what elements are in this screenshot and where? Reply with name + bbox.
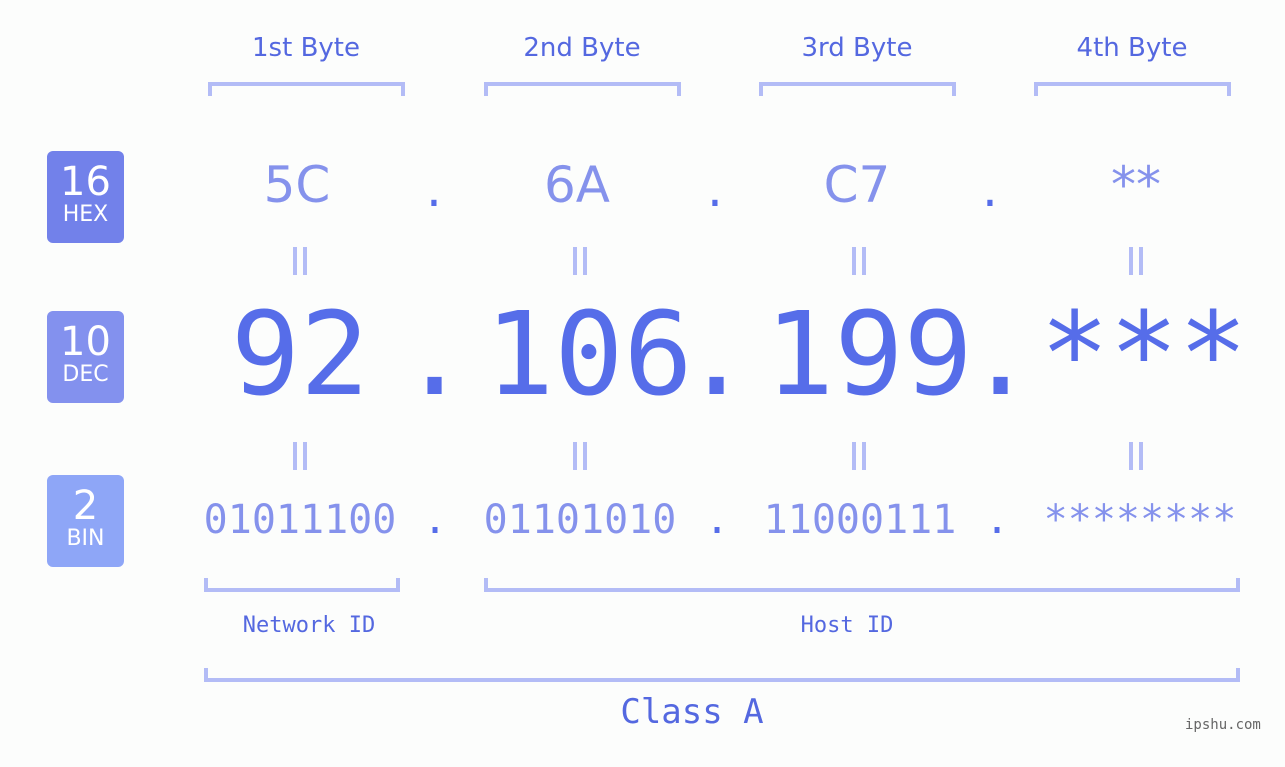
bin-byte-3: 11000111 bbox=[763, 497, 957, 543]
equals-icon bbox=[570, 442, 590, 470]
bin-byte-1: 01011100 bbox=[203, 497, 397, 543]
equals-icon bbox=[849, 247, 869, 275]
hex-byte-3: C7 bbox=[823, 156, 891, 214]
class-label: Class A bbox=[620, 692, 764, 732]
bin-badge-label: BIN bbox=[66, 526, 105, 551]
hex-badge: 16 HEX bbox=[47, 151, 124, 243]
bin-separator-3: . bbox=[985, 497, 1010, 543]
bin-byte-4: ******** bbox=[1043, 497, 1237, 543]
hex-byte-4: ** bbox=[1111, 156, 1161, 214]
hex-badge-label: HEX bbox=[62, 202, 109, 227]
dec-badge-label: DEC bbox=[62, 362, 109, 387]
hex-separator-1: . bbox=[426, 160, 442, 218]
dec-badge-number: 10 bbox=[60, 319, 111, 365]
dec-separator-3: . bbox=[966, 288, 1036, 422]
dec-separator-1: . bbox=[400, 288, 470, 422]
byte-bracket-4 bbox=[1034, 82, 1231, 96]
byte-header-3: 3rd Byte bbox=[801, 33, 913, 63]
hex-byte-2: 6A bbox=[543, 156, 610, 214]
bin-separator-2: . bbox=[705, 497, 730, 543]
bin-badge: 2 BIN bbox=[47, 475, 124, 567]
bin-badge-number: 2 bbox=[72, 483, 99, 529]
dec-separator-2: . bbox=[682, 288, 752, 422]
byte-header-4: 4th Byte bbox=[1076, 33, 1188, 63]
equals-icon bbox=[290, 247, 310, 275]
bin-separator-1: . bbox=[423, 497, 448, 543]
equals-icon bbox=[1126, 442, 1146, 470]
hex-separator-3: . bbox=[982, 160, 998, 218]
byte-header-1: 1st Byte bbox=[252, 33, 360, 63]
byte-bracket-3 bbox=[759, 82, 956, 96]
hex-badge-number: 16 bbox=[60, 159, 111, 205]
class-bracket bbox=[204, 668, 1240, 682]
hex-byte-1: 5C bbox=[263, 156, 331, 214]
dec-byte-1: 92 bbox=[230, 288, 370, 422]
watermark: ipshu.com bbox=[1185, 717, 1261, 733]
dec-byte-3: 199 bbox=[765, 288, 973, 422]
host-id-label: Host ID bbox=[800, 613, 894, 638]
hex-separator-2: . bbox=[707, 160, 723, 218]
equals-icon bbox=[1126, 247, 1146, 275]
equals-icon bbox=[570, 247, 590, 275]
dec-byte-2: 106 bbox=[485, 288, 693, 422]
byte-bracket-1 bbox=[208, 82, 405, 96]
network-id-label: Network ID bbox=[242, 613, 376, 638]
host-bracket bbox=[484, 578, 1240, 592]
network-bracket bbox=[204, 578, 400, 592]
bin-byte-2: 01101010 bbox=[483, 497, 677, 543]
dec-badge: 10 DEC bbox=[47, 311, 124, 403]
dec-byte-4: *** bbox=[1040, 288, 1248, 422]
equals-icon bbox=[290, 442, 310, 470]
byte-bracket-2 bbox=[484, 82, 681, 96]
equals-icon bbox=[849, 442, 869, 470]
byte-header-2: 2nd Byte bbox=[523, 33, 641, 63]
